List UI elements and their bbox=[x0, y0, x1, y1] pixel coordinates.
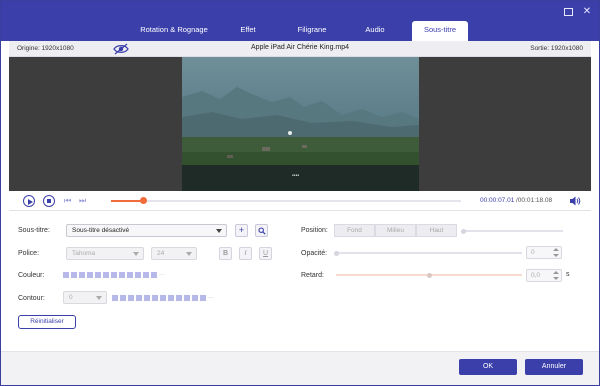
position-haut[interactable]: Haut bbox=[416, 224, 457, 237]
search-icon bbox=[257, 227, 266, 235]
cancel-button[interactable]: Annuler bbox=[525, 359, 583, 375]
bold-button[interactable]: B bbox=[219, 247, 232, 260]
italic-button[interactable]: I bbox=[239, 247, 252, 260]
delay-input[interactable]: 0,0 bbox=[526, 269, 562, 282]
font-size-select[interactable]: 24 bbox=[151, 247, 197, 260]
tab-sous-titre[interactable]: Sous-titre bbox=[412, 21, 468, 41]
tab-rotation-rognage[interactable]: Rotation & Rognage bbox=[127, 21, 221, 41]
subtitle-overlay: ●●●● bbox=[292, 173, 300, 177]
delay-increase[interactable] bbox=[553, 271, 559, 274]
delay-slider[interactable] bbox=[336, 272, 522, 278]
delay-decrease[interactable] bbox=[553, 277, 559, 280]
restore-icon[interactable] bbox=[562, 6, 574, 18]
footer: OK Annuler bbox=[1, 351, 599, 385]
stop-icon bbox=[47, 199, 51, 203]
player-controls: ⏮ ⏭ 00:00:07.01 /00:01:18.08 bbox=[9, 191, 591, 211]
output-resolution: Sortie: 1920x1080 bbox=[530, 45, 583, 52]
outline-select[interactable]: 0 bbox=[63, 291, 107, 304]
add-subtitle-button[interactable]: + bbox=[235, 224, 248, 237]
progress-slider[interactable] bbox=[111, 197, 461, 204]
play-icon bbox=[27, 198, 33, 205]
delay-unit: s bbox=[566, 271, 570, 278]
subtitle-select[interactable]: Sous-titre désactivé bbox=[66, 224, 227, 237]
outline-swatches[interactable]: ··· bbox=[112, 295, 214, 301]
next-frame-icon[interactable]: ⏭ bbox=[79, 196, 89, 206]
file-name: Apple iPad Air Chérie King.mp4 bbox=[250, 44, 350, 51]
opacity-slider[interactable] bbox=[333, 250, 522, 256]
delay-slider-knob[interactable] bbox=[426, 272, 432, 278]
delay-label: Retard: bbox=[301, 272, 324, 279]
current-time: 00:00:07.01 bbox=[480, 197, 515, 204]
tab-effet[interactable]: Effet bbox=[226, 21, 270, 41]
font-label: Police: bbox=[18, 250, 40, 257]
outline-label: Contour: bbox=[18, 295, 45, 302]
video-preview: ●●●● bbox=[9, 57, 591, 191]
info-bar: Origine: 1920x1080 Apple iPad Air Chérie… bbox=[9, 41, 591, 57]
font-size-value: 24 bbox=[157, 250, 165, 257]
subtitle-editor-window: ✕ Rotation & Rognage Effet Filigrane Aud… bbox=[0, 0, 600, 386]
search-subtitle-button[interactable] bbox=[255, 224, 268, 237]
subtitle-label: Sous-titre: bbox=[18, 227, 50, 234]
position-milieu[interactable]: Milieu bbox=[375, 224, 416, 237]
progress-fill bbox=[111, 200, 143, 202]
font-select[interactable]: Tahoma bbox=[66, 247, 144, 260]
tab-filigrane[interactable]: Filigrane bbox=[286, 21, 338, 41]
ok-button[interactable]: OK bbox=[459, 359, 517, 375]
delay-value: 0,0 bbox=[531, 272, 541, 279]
position-slider[interactable] bbox=[460, 228, 563, 234]
font-select-value: Tahoma bbox=[72, 250, 96, 257]
opacity-input[interactable]: 0 bbox=[526, 246, 562, 259]
video-frame: ●●●● bbox=[182, 57, 419, 191]
outline-more[interactable]: ··· bbox=[208, 295, 214, 301]
opacity-slider-knob[interactable] bbox=[333, 250, 339, 256]
color-label: Couleur: bbox=[18, 272, 45, 279]
tab-audio[interactable]: Audio bbox=[353, 21, 397, 41]
volume-icon[interactable] bbox=[569, 195, 581, 207]
outline-select-value: 0 bbox=[69, 294, 73, 301]
opacity-label: Opacité: bbox=[301, 250, 328, 257]
position-label: Position: bbox=[301, 227, 328, 234]
play-button[interactable] bbox=[23, 195, 35, 207]
progress-knob[interactable] bbox=[139, 197, 147, 204]
color-more[interactable]: ··· bbox=[159, 272, 165, 278]
close-icon[interactable]: ✕ bbox=[581, 6, 593, 18]
position-fond[interactable]: Fond bbox=[334, 224, 375, 237]
opacity-increase[interactable] bbox=[553, 248, 559, 251]
video-scene bbox=[182, 87, 419, 191]
reset-button[interactable]: Réinitialiser bbox=[18, 315, 76, 329]
subtitle-select-value: Sous-titre désactivé bbox=[72, 227, 130, 234]
position-slider-knob[interactable] bbox=[460, 228, 466, 234]
opacity-decrease[interactable] bbox=[553, 254, 559, 257]
previous-frame-icon[interactable]: ⏮ bbox=[64, 196, 74, 206]
opacity-value: 0 bbox=[531, 249, 535, 256]
underline-button[interactable]: U bbox=[259, 247, 272, 260]
title-bar: ✕ Rotation & Rognage Effet Filigrane Aud… bbox=[1, 1, 599, 41]
total-time: /00:01:18.08 bbox=[516, 197, 553, 204]
stop-button[interactable] bbox=[43, 195, 55, 207]
color-swatches[interactable]: ··· bbox=[63, 272, 165, 278]
